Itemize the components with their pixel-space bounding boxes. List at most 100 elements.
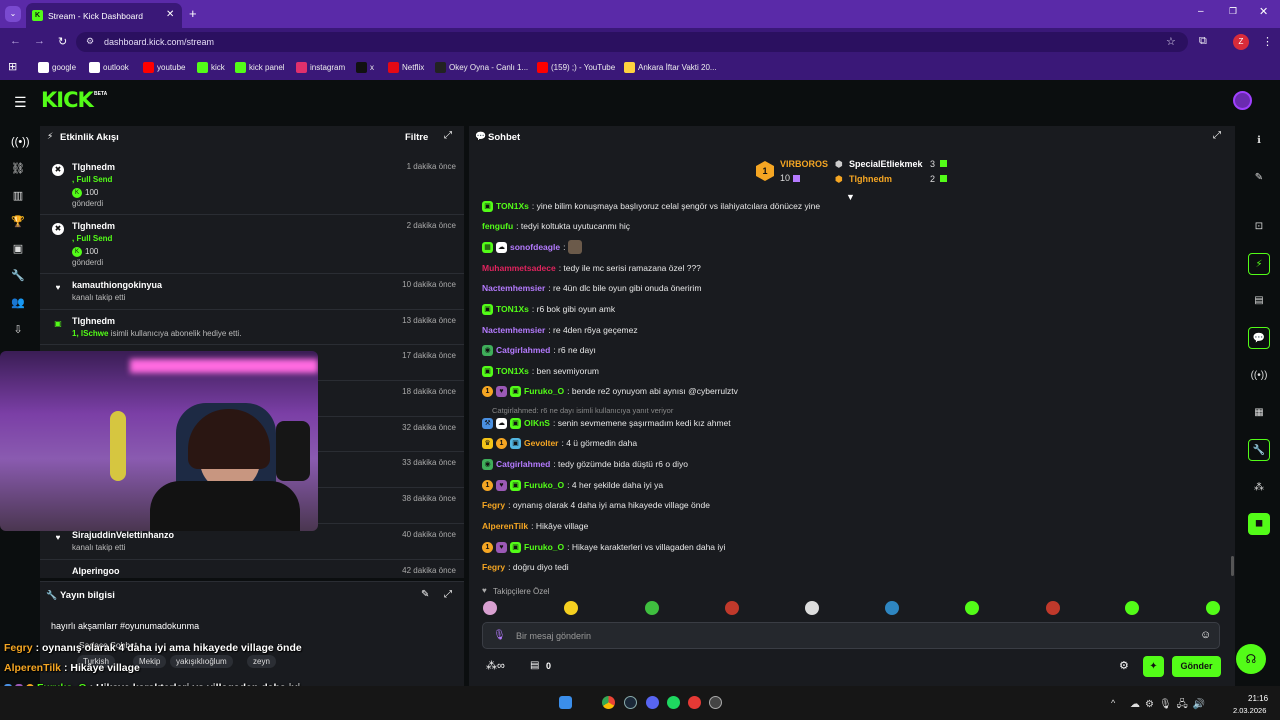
chat-username[interactable]: Furuko_O (524, 386, 564, 396)
trophy-icon[interactable]: 🏆 (11, 215, 25, 229)
chat-message[interactable]: 1 ♥ ▣ Furuko_O: Hikaye karakterleri vs vill… (482, 540, 725, 554)
chat-input[interactable]: 🎙 Bir mesaj gönderin ☺ (482, 622, 1220, 649)
quick-actions-icon[interactable]: ⚡ (1248, 253, 1270, 275)
bookmark-item[interactable]: Netflix (388, 61, 424, 74)
activity-item[interactable]: 1 dakika önce Tlghnedm ✖ , Full Send K 100 gön… (40, 156, 464, 215)
chat-message[interactable]: 1 ♥ ▣ Furuko_O: 4 her şekilde daha iyi ya (482, 478, 663, 492)
chat-message[interactable]: Muhammetsadece: tedy ile mc serisi ramaz… (482, 261, 701, 275)
settings-gear-icon[interactable]: ⚙ (1119, 659, 1129, 672)
chat-message[interactable]: ▦ ☁ sonofdeagle: (482, 240, 583, 254)
kick-emote-button[interactable]: ✦ (1143, 656, 1164, 677)
link-icon[interactable]: ⛓ (11, 162, 25, 176)
close-window-button[interactable]: ✕ (1259, 5, 1268, 18)
activity-item[interactable]: 42 dakika önce Alperingoo (40, 560, 464, 582)
new-tab-button[interactable]: + (189, 6, 197, 21)
info-icon[interactable]: ℹ (1248, 130, 1270, 152)
chat-username[interactable]: Catgirlahmed (496, 345, 550, 355)
users-icon[interactable]: 👥 (11, 296, 25, 310)
chrome-icon[interactable] (602, 696, 615, 709)
start-icon[interactable] (559, 696, 572, 709)
broadcast-icon[interactable]: ((•)) (11, 135, 30, 149)
user-avatar[interactable] (1233, 91, 1252, 110)
bookmark-item[interactable]: google (38, 61, 76, 74)
chat-username[interactable]: Muhammetsadece (482, 263, 556, 273)
chat-message[interactable]: ⚒ ☁ ▣ OlKnS: senin sevmemene şaşırmadım ked… (482, 416, 731, 430)
chat-username[interactable]: TON1Xs (496, 366, 529, 376)
emote-button[interactable] (1206, 601, 1220, 615)
apps-grid-icon[interactable]: ⊞ (8, 60, 17, 73)
steam-icon[interactable] (624, 696, 637, 709)
edit-pencil-icon[interactable]: ✎ (421, 589, 429, 600)
chat-message[interactable]: Fegry: doğru diyo tedi (482, 560, 569, 574)
site-info-icon[interactable]: ⚙ (86, 36, 94, 47)
close-tab-icon[interactable]: ✕ (166, 9, 174, 20)
chat-message[interactable]: Nactemhemsier: re 4den r6ya geçemez (482, 323, 638, 337)
emote-button[interactable] (645, 601, 659, 615)
chat-username[interactable]: Fegry (482, 500, 505, 510)
moderation-icon[interactable]: ⊡ (1248, 216, 1270, 238)
emote-button[interactable] (483, 601, 497, 615)
chat-username[interactable]: OlKnS (524, 418, 550, 428)
back-icon[interactable]: ← (10, 35, 21, 47)
chat-message[interactable]: ◉ Catgirlahmed: r6 ne dayı (482, 343, 596, 357)
extensions-icon[interactable]: ⧉ (1199, 35, 1207, 48)
store-icon[interactable]: ▤ (530, 660, 539, 671)
emoji-icon[interactable]: ☺ (1200, 629, 1211, 641)
tray-chevron-icon[interactable]: ^ (1111, 698, 1115, 708)
bookmark-item[interactable]: Ankara İftar Vakti 20... (624, 61, 717, 74)
bookmark-item[interactable]: (159) ;) - YouTube (537, 61, 615, 74)
chat-username[interactable]: Nactemhemsier (482, 325, 545, 335)
clock-date[interactable]: 2.03.2026 (1233, 706, 1266, 715)
chat-message[interactable]: 1 ♥ ▣ Furuko_O: bende re2 oynuyom abi aynıs… (482, 384, 738, 398)
chat-username[interactable]: Gevolter (524, 438, 559, 448)
bookmark-item[interactable]: x (356, 61, 374, 74)
chat-username[interactable]: sonofdeagle (510, 242, 560, 252)
discord-icon[interactable] (646, 696, 659, 709)
tools-icon[interactable]: 🔧 (1248, 439, 1270, 461)
bookmark-item[interactable]: Okey Oyna - Canlı 1... (435, 61, 528, 74)
chat-username[interactable]: Fegry (482, 562, 505, 572)
chat-message[interactable]: fengufu: tedyi koltukta uyutucanmı hiç (482, 219, 630, 233)
support-button[interactable]: ☊ (1236, 644, 1266, 674)
stream-tag[interactable]: zeyn (247, 655, 276, 668)
chat-username[interactable]: Catgirlahmed (496, 459, 550, 469)
bookmark-item[interactable]: instagram (296, 61, 345, 74)
emote-button[interactable] (1125, 601, 1139, 615)
pencil-icon[interactable]: ✎ (1248, 167, 1270, 189)
chat-username[interactable]: AlperenTilk (482, 521, 528, 531)
chat-message[interactable]: AlperenTilk: Hikâye village (482, 519, 588, 533)
emote-button[interactable] (965, 601, 979, 615)
settings-app-icon[interactable] (709, 696, 722, 709)
chat-username[interactable]: Nactemhemsier (482, 283, 545, 293)
bookmark-item[interactable]: youtube (143, 61, 185, 74)
chat-message[interactable]: Fegry: oynanış olarak 4 daha iyi ama hik… (482, 498, 710, 512)
chat-username[interactable]: fengufu (482, 221, 513, 231)
group-icon[interactable]: ⁂ (1248, 477, 1270, 499)
tab-search-button[interactable]: ⌄ (5, 6, 21, 22)
minimize-button[interactable]: – (1198, 6, 1204, 17)
emote-button[interactable] (805, 601, 819, 615)
bookmark-item[interactable]: kick panel (235, 61, 285, 74)
kick-logo[interactable]: KICK (41, 88, 94, 112)
profile-avatar[interactable]: Z (1233, 34, 1249, 50)
activity-item[interactable]: 13 dakika önce Tlghnedm ▣ 1, lSchwe isimli … (40, 310, 464, 345)
emote-button[interactable] (564, 601, 578, 615)
chat-toggle-icon[interactable]: 💬 (1248, 327, 1270, 349)
bookmark-item[interactable]: kick (197, 61, 225, 74)
chat-scrollbar[interactable] (1231, 556, 1234, 576)
wrench-icon[interactable]: 🔧 (11, 269, 25, 283)
broadcast-icon[interactable]: ((•)) (1248, 365, 1270, 387)
send-button[interactable]: Gönder (1172, 656, 1221, 677)
stream-tag[interactable]: yakışıklıoğlum (170, 655, 233, 668)
bookmark-star-icon[interactable]: ☆ (1166, 35, 1176, 48)
bookmark-item[interactable]: outlook (89, 61, 129, 74)
chat-username[interactable]: Furuko_O (524, 542, 564, 552)
forward-icon[interactable]: → (34, 35, 45, 47)
chat-message[interactable]: ♛ 1 ▣ Gevolter: 4 ü görmedin daha (482, 436, 637, 450)
browser-tab[interactable]: K Stream - Kick Dashboard ✕ (26, 3, 182, 28)
emote-button[interactable] (725, 601, 739, 615)
chat-username[interactable]: Furuko_O (524, 480, 564, 490)
chat-message[interactable]: Nactemhemsier: re 4ün dlc bile oyun gibi… (482, 281, 701, 295)
reload-icon[interactable]: ↻ (58, 35, 67, 48)
chat-username[interactable]: TON1Xs (496, 304, 529, 314)
